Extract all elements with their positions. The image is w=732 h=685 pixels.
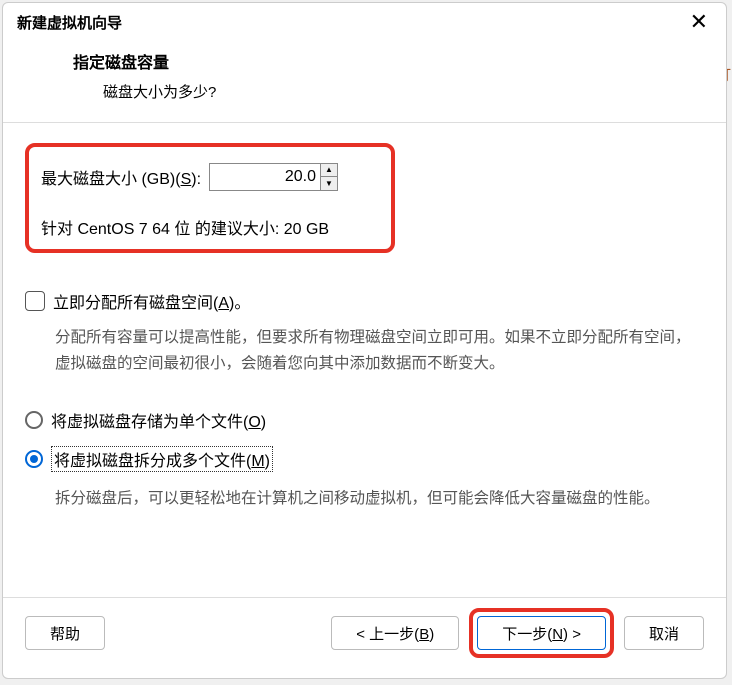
next-button[interactable]: 下一步(N) > [477, 616, 606, 650]
spinner-buttons: ▲ ▼ [320, 164, 337, 190]
max-size-input[interactable] [210, 164, 320, 190]
spinner-down-icon[interactable]: ▼ [321, 177, 337, 190]
button-bar: 帮助 < 上一步(B) 下一步(N) > 取消 [3, 597, 726, 678]
single-file-row: 将虚拟磁盘存储为单个文件(O) [25, 408, 704, 432]
allocate-now-description: 分配所有容量可以提高性能，但要求所有物理磁盘空间立即可用。如果不立即分配所有空间… [25, 325, 704, 378]
split-file-radio[interactable] [25, 450, 43, 468]
max-size-label: 最大磁盘大小 (GB)(S): [41, 165, 201, 189]
single-file-label: 将虚拟磁盘存储为单个文件(O) [51, 408, 266, 432]
allocate-now-row: 立即分配所有磁盘空间(A)。 [25, 289, 704, 313]
max-size-spinner[interactable]: ▲ ▼ [209, 163, 338, 191]
back-button[interactable]: < 上一步(B) [331, 616, 459, 650]
titlebar: 新建虚拟机向导 ✕ [3, 3, 726, 39]
wizard-dialog: 新建虚拟机向导 ✕ 指定磁盘容量 磁盘大小为多少? 最大磁盘大小 (GB)(S)… [2, 2, 727, 679]
allocate-now-label: 立即分配所有磁盘空间(A)。 [53, 289, 250, 313]
close-icon[interactable]: ✕ [686, 11, 712, 33]
help-button[interactable]: 帮助 [25, 616, 105, 650]
allocate-now-checkbox[interactable] [25, 291, 45, 311]
header-title: 指定磁盘容量 [73, 49, 726, 73]
spinner-up-icon[interactable]: ▲ [321, 164, 337, 177]
header-subtitle: 磁盘大小为多少? [73, 81, 726, 102]
split-file-description: 拆分磁盘后，可以更轻松地在计算机之间移动虚拟机，但可能会降低大容量磁盘的性能。 [25, 486, 704, 512]
cancel-button[interactable]: 取消 [624, 616, 704, 650]
max-size-row: 最大磁盘大小 (GB)(S): ▲ ▼ [41, 163, 377, 191]
recommended-size-text: 针对 CentOS 7 64 位 的建议大小: 20 GB [41, 215, 377, 239]
dialog-title: 新建虚拟机向导 [17, 12, 122, 33]
next-button-highlight: 下一步(N) > [469, 608, 614, 658]
content-area: 最大磁盘大小 (GB)(S): ▲ ▼ 针对 CentOS 7 64 位 的建议… [3, 123, 726, 597]
disk-size-highlight: 最大磁盘大小 (GB)(S): ▲ ▼ 针对 CentOS 7 64 位 的建议… [25, 143, 395, 253]
split-file-label: 将虚拟磁盘拆分成多个文件(M) [51, 446, 273, 472]
split-file-row: 将虚拟磁盘拆分成多个文件(M) [25, 446, 704, 472]
single-file-radio[interactable] [25, 411, 43, 429]
header-section: 指定磁盘容量 磁盘大小为多少? [3, 39, 726, 122]
